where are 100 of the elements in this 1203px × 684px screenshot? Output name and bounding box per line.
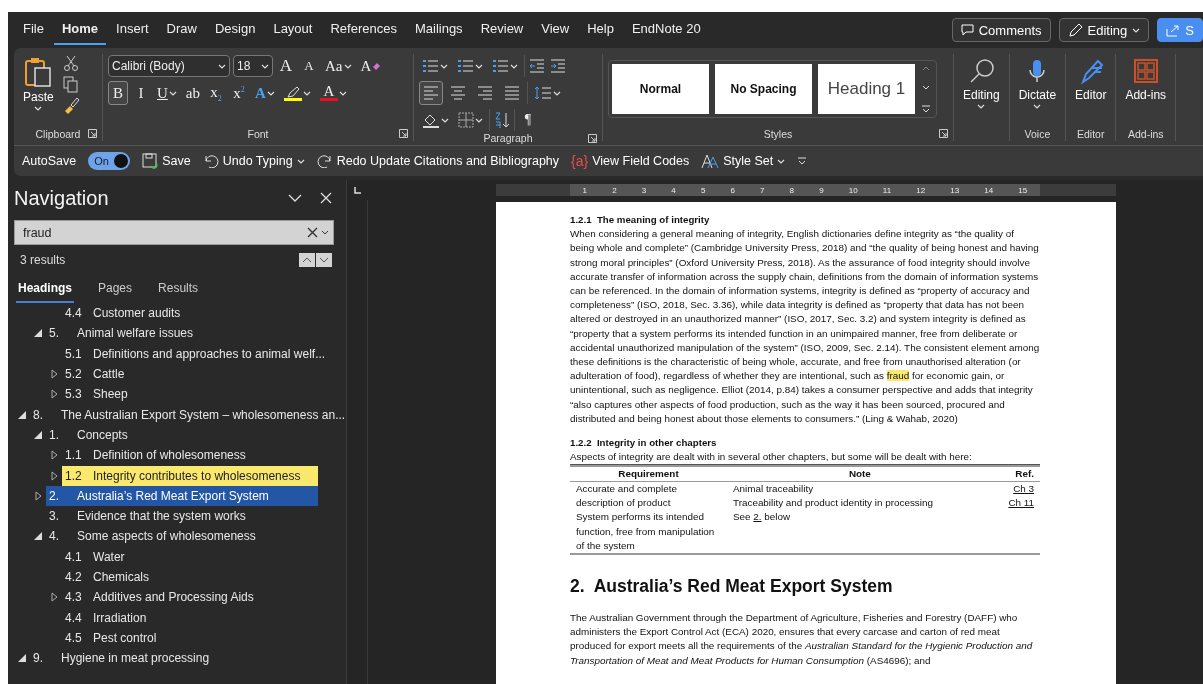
menu-tab[interactable]: View bbox=[533, 15, 578, 45]
ribbon-button[interactable]: Dictate bbox=[1014, 54, 1061, 127]
caret-icon bbox=[475, 117, 483, 123]
dialog-launcher-icon[interactable] bbox=[588, 134, 597, 143]
change-case-button[interactable]: Aa bbox=[322, 54, 355, 78]
clear-icon[interactable] bbox=[307, 227, 318, 238]
menu-tab[interactable]: Insert bbox=[108, 15, 157, 45]
expanded-triangle-icon[interactable] bbox=[18, 654, 26, 663]
format-button[interactable]: x$^{2}$ bbox=[229, 81, 249, 105]
heading-item[interactable]: 8. The Australian Export System – wholesomeness an... bbox=[30, 404, 346, 425]
heading-item[interactable]: 4.4 Customer audits bbox=[62, 303, 318, 324]
dialog-launcher-icon[interactable] bbox=[399, 129, 408, 138]
scroll-up-icon[interactable] bbox=[921, 64, 931, 72]
menu-tab[interactable]: Review bbox=[472, 15, 532, 45]
expand-gallery-icon[interactable] bbox=[921, 104, 931, 114]
ribbon-button[interactable]: Add-ins bbox=[1121, 54, 1171, 127]
save-button[interactable]: Save bbox=[142, 153, 191, 169]
pane-tab[interactable]: Results bbox=[156, 281, 201, 303]
heading-item[interactable]: 5.1 Definitions and approaches to animal welf... bbox=[62, 343, 329, 364]
collapsed-triangle-icon[interactable] bbox=[50, 470, 58, 481]
scissors-icon[interactable] bbox=[61, 54, 80, 72]
next-result-button[interactable] bbox=[316, 253, 332, 267]
format-button[interactable]: U bbox=[154, 81, 180, 105]
increase-indent-icon[interactable] bbox=[549, 58, 567, 74]
expanded-triangle-icon[interactable] bbox=[34, 532, 42, 541]
paste-button[interactable]: Paste bbox=[19, 54, 58, 127]
dialog-launcher-icon[interactable] bbox=[939, 129, 948, 138]
editing-button[interactable]: Editing bbox=[1058, 18, 1150, 42]
ribbon-button[interactable]: Editor bbox=[1071, 54, 1111, 127]
comments-button[interactable]: Comments bbox=[951, 18, 1051, 42]
collapsed-triangle-icon[interactable] bbox=[50, 369, 58, 380]
clear-formatting-button[interactable]: A bbox=[357, 54, 385, 78]
menu-tab[interactable]: Layout bbox=[265, 15, 321, 45]
sort-icon[interactable] bbox=[493, 111, 511, 129]
undo-button[interactable]: Undo Typing bbox=[202, 154, 305, 168]
font-color-button[interactable]: A bbox=[316, 81, 350, 105]
redo-button[interactable]: Redo Update Citations and Bibliography bbox=[316, 154, 560, 168]
expanded-triangle-icon[interactable] bbox=[18, 410, 26, 419]
expanded-triangle-icon[interactable] bbox=[34, 329, 42, 338]
show-formatting-button[interactable]: ¶ bbox=[518, 108, 538, 132]
grow-font-button[interactable]: A bbox=[276, 54, 296, 78]
style-button[interactable]: Normal bbox=[612, 64, 709, 114]
menu-tab[interactable]: Home bbox=[53, 15, 107, 45]
link[interactable]: Ch 11 bbox=[1008, 497, 1034, 509]
scroll-down-icon[interactable] bbox=[921, 84, 931, 92]
collapsed-triangle-icon[interactable] bbox=[34, 490, 42, 501]
menu-tab[interactable]: References bbox=[322, 15, 405, 45]
heading-item[interactable]: 5.2 Cattle bbox=[62, 364, 318, 385]
heading-item[interactable]: 4.2 Chemicals bbox=[62, 567, 318, 587]
collapsed-triangle-icon[interactable] bbox=[50, 389, 58, 400]
format-button[interactable]: x$_{2}$ bbox=[206, 81, 226, 105]
heading-item[interactable]: 9. Hygiene in meat processing bbox=[30, 648, 318, 669]
heading-item[interactable]: 4.4 Irradiation bbox=[62, 607, 318, 628]
ribbon-button[interactable]: Editing bbox=[959, 54, 1004, 127]
previous-result-button[interactable] bbox=[299, 253, 315, 267]
pane-tab[interactable]: Headings bbox=[16, 281, 74, 303]
heading-item[interactable]: 5.3 Sheep bbox=[62, 384, 318, 405]
collapse-icon[interactable] bbox=[288, 194, 302, 202]
copy-icon[interactable] bbox=[61, 75, 80, 93]
heading-item[interactable]: 5. Animal welfare issues bbox=[46, 323, 318, 344]
format-button[interactable]: B bbox=[108, 81, 128, 105]
font-size-field[interactable]: 18 bbox=[233, 55, 273, 77]
menu-tab[interactable]: Design bbox=[206, 15, 264, 45]
menu-tab[interactable]: EndNote 20 bbox=[623, 15, 709, 45]
ruler[interactable]: 1 2 3 4 5 6 7 8 9 10 11 12 13 14 15 bbox=[496, 184, 1116, 196]
style-set-button[interactable]: Style Set bbox=[701, 153, 786, 169]
decrease-indent-icon[interactable] bbox=[528, 58, 546, 74]
font-name-field[interactable]: Calibri (Body) bbox=[108, 55, 230, 77]
autosave-toggle[interactable]: On bbox=[88, 152, 131, 170]
collapsed-triangle-icon[interactable] bbox=[50, 450, 58, 461]
heading-item[interactable]: 1.1 Definition of wholesomeness bbox=[62, 445, 318, 466]
tab-stop-icon[interactable] bbox=[354, 186, 361, 194]
heading-item[interactable]: 4.3 Additives and Processing Aids bbox=[62, 587, 318, 608]
pane-tab[interactable]: Pages bbox=[96, 281, 135, 303]
heading-item[interactable]: 1.2 Integrity contributes to wholesomeness bbox=[62, 465, 318, 486]
heading-item[interactable]: 4.5 Pest control bbox=[62, 627, 318, 648]
collapsed-triangle-icon[interactable] bbox=[50, 592, 58, 603]
heading-item[interactable]: 1. Concepts bbox=[46, 424, 318, 445]
style-button[interactable]: No Spacing bbox=[715, 64, 812, 114]
menu-tab[interactable]: Mailings bbox=[406, 15, 471, 45]
menu-tab[interactable]: Help bbox=[579, 15, 622, 45]
menu-tab[interactable]: Draw bbox=[158, 15, 205, 45]
close-icon[interactable] bbox=[320, 192, 332, 204]
style-button[interactable]: Heading 1 bbox=[818, 64, 915, 114]
menu-tab[interactable]: File bbox=[15, 15, 52, 45]
expanded-triangle-icon[interactable] bbox=[34, 430, 42, 439]
link[interactable]: Ch 3 bbox=[1013, 482, 1034, 494]
text-effects-button[interactable]: A bbox=[252, 81, 278, 105]
link[interactable]: 2. bbox=[753, 511, 762, 523]
format-button[interactable]: I bbox=[131, 81, 151, 105]
dialog-launcher-icon[interactable] bbox=[88, 129, 97, 138]
heading-item[interactable]: 4.1 Water bbox=[62, 546, 318, 567]
customize-icon[interactable] bbox=[797, 156, 808, 166]
shrink-font-button[interactable]: A bbox=[299, 54, 319, 78]
format-button[interactable]: ab bbox=[182, 81, 203, 105]
caret-icon[interactable] bbox=[321, 230, 329, 235]
heading-item[interactable]: 4. Some aspects of wholesomeness bbox=[46, 526, 318, 547]
view-field-codes-button[interactable]: {a} View Field Codes bbox=[571, 153, 690, 169]
heading-item[interactable]: 2. Australia’s Red Meat Export System bbox=[46, 485, 318, 506]
heading-item[interactable]: 3. Evidence that the system works bbox=[46, 506, 318, 527]
